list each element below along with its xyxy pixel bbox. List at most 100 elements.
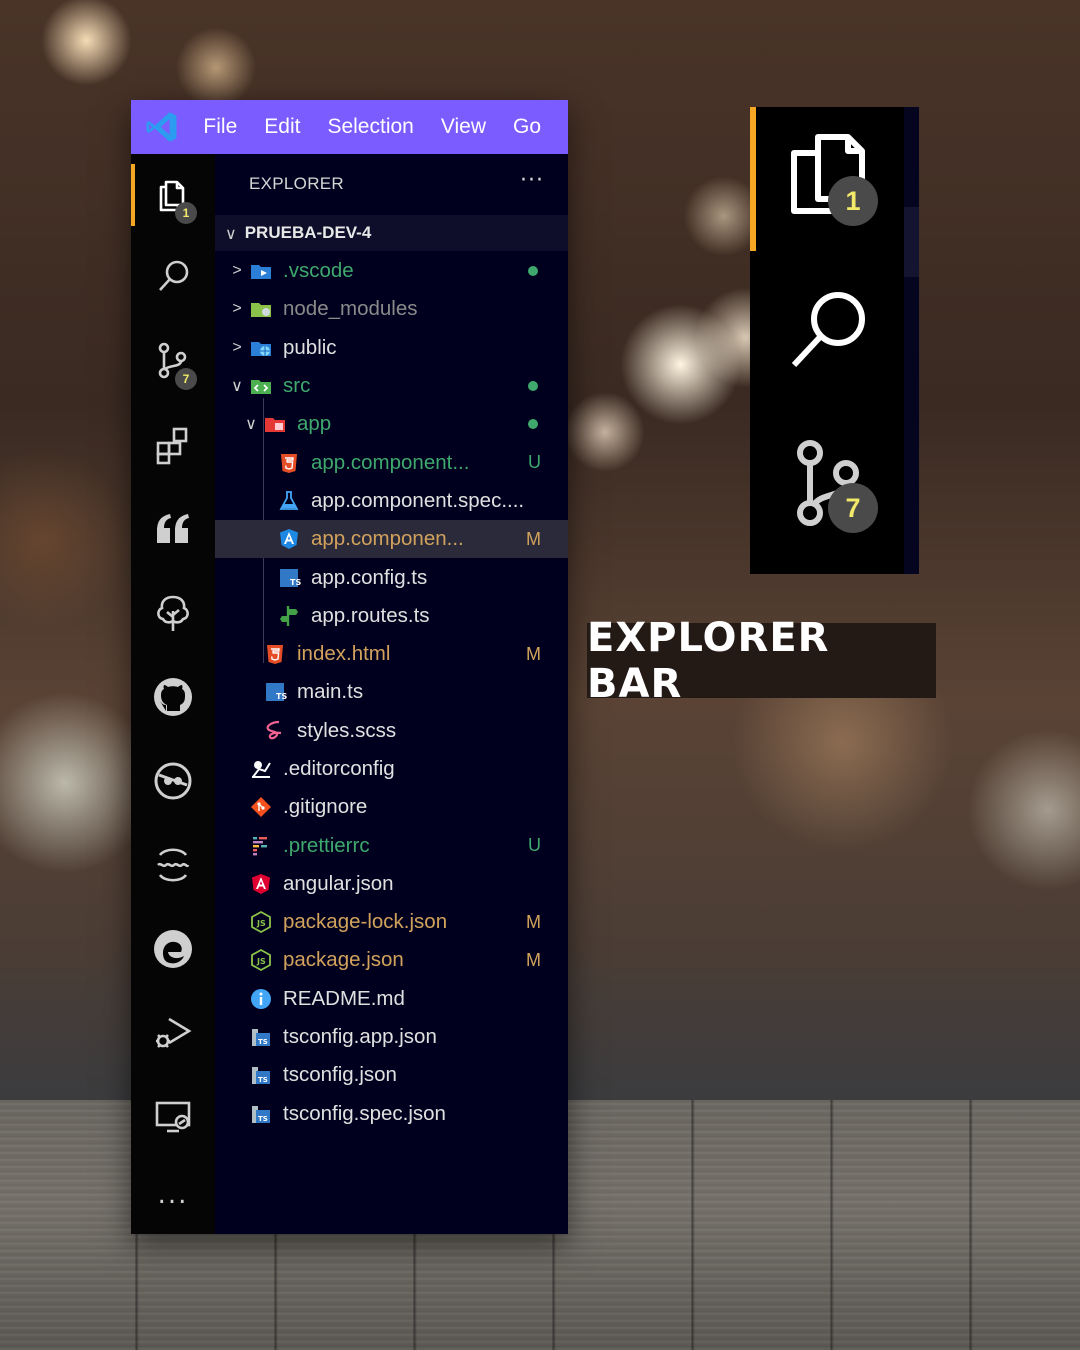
folder-src-icon xyxy=(247,374,275,398)
git-status-badge: U xyxy=(528,835,541,856)
edge-icon xyxy=(154,930,192,968)
tree-item-label: tsconfig.json xyxy=(283,1063,397,1087)
tree-item-label: .vscode xyxy=(283,259,354,283)
tree-item[interactable]: TS app.config.ts xyxy=(215,558,568,596)
tree-item-label: app.componen... xyxy=(311,527,464,551)
tree-item-label: app.config.ts xyxy=(311,565,428,589)
tsconfig-icon: TS xyxy=(247,1102,275,1126)
menu-selection[interactable]: Selection xyxy=(327,115,413,139)
search-icon xyxy=(159,260,189,291)
tree-item[interactable]: TS tsconfig.app.json xyxy=(215,1018,568,1056)
tsconfig-icon: TS xyxy=(247,1063,275,1087)
nodejs-icon: JS xyxy=(247,948,275,972)
title-bar: File Edit Selection View Go xyxy=(131,100,568,154)
activity-remote-explorer[interactable] xyxy=(131,1082,215,1152)
tree-item[interactable]: > public xyxy=(215,329,568,367)
live-share-icon xyxy=(157,848,190,882)
activity-source-control[interactable]: 7 xyxy=(131,326,215,396)
html-icon xyxy=(275,451,303,475)
tree-item[interactable]: index.html M xyxy=(215,635,568,673)
menu-edit[interactable]: Edit xyxy=(264,115,300,139)
activity-quotes[interactable] xyxy=(131,494,215,564)
tree-item[interactable]: angular.json xyxy=(215,865,568,903)
explorer-badge: 1 xyxy=(175,202,197,224)
activity-extensions[interactable] xyxy=(131,410,215,480)
tree-item[interactable]: TS main.ts xyxy=(215,673,568,711)
tree-item[interactable]: TS tsconfig.json xyxy=(215,1056,568,1094)
svg-text:TS: TS xyxy=(258,1038,268,1046)
activity-live-share[interactable] xyxy=(131,830,215,900)
sass-icon xyxy=(261,719,289,743)
copilot-icon xyxy=(154,762,192,800)
tree-item[interactable]: app.routes.ts xyxy=(215,597,568,635)
activity-bar: 1 7 ... xyxy=(131,154,215,1234)
github-icon xyxy=(154,678,192,716)
active-indicator xyxy=(750,107,756,251)
tree-item[interactable]: TS tsconfig.spec.json xyxy=(215,1095,568,1133)
menu-go[interactable]: Go xyxy=(513,115,541,139)
search-icon[interactable] xyxy=(780,283,890,393)
tree-item-label: tsconfig.app.json xyxy=(283,1025,437,1049)
caption-box: EXPLORER BAR xyxy=(587,615,936,707)
activity-tree[interactable] xyxy=(131,578,215,648)
project-name: PRUEBA-DEV-4 xyxy=(244,223,372,242)
tree-item-label: app.routes.ts xyxy=(311,603,430,627)
tree-item[interactable]: JS package.json M xyxy=(215,941,568,979)
activity-search[interactable] xyxy=(131,242,215,312)
tree-item-label: app xyxy=(297,412,332,436)
chevron-right-icon[interactable]: > xyxy=(227,262,247,280)
activity-explorer[interactable]: 1 xyxy=(131,160,215,230)
tree-item[interactable]: > .vscode xyxy=(215,252,568,290)
activity-edge[interactable] xyxy=(131,914,215,984)
project-header[interactable]: ∨ PRUEBA-DEV-4 xyxy=(215,215,568,251)
explorer-sidebar: EXPLORER ··· ∨ PRUEBA-DEV-4 > .vscode > nod… xyxy=(215,154,568,1234)
tree-item-label: tsconfig.spec.json xyxy=(283,1101,446,1125)
tree-icon xyxy=(157,595,189,631)
tree-item[interactable]: ∨ app xyxy=(215,405,568,443)
tree-item[interactable]: app.component.spec.... xyxy=(215,482,568,520)
tree-item[interactable]: app.component... U xyxy=(215,443,568,481)
menu-file[interactable]: File xyxy=(203,115,237,139)
tree-item-label: .gitignore xyxy=(283,795,368,819)
tree-item[interactable]: ∨ src xyxy=(215,367,568,405)
svg-text:JS: JS xyxy=(256,957,266,966)
chevron-down-icon[interactable]: ∨ xyxy=(227,376,247,396)
info-icon xyxy=(247,987,275,1011)
caption-text: EXPLORER BAR xyxy=(587,614,830,707)
tree-item[interactable]: app.componen... M xyxy=(215,520,568,559)
activity-copilot[interactable] xyxy=(131,746,215,816)
typescript-icon: TS xyxy=(261,680,289,704)
tree-item[interactable]: .gitignore xyxy=(215,788,568,826)
scrollbar[interactable] xyxy=(904,107,919,574)
chevron-right-icon[interactable]: > xyxy=(227,339,247,357)
more-actions-button[interactable]: ··· xyxy=(520,168,544,193)
activity-github[interactable] xyxy=(131,662,215,732)
tree-item-label: public xyxy=(283,335,337,359)
explorer-title: EXPLORER xyxy=(249,174,344,193)
tree-item[interactable]: README.md xyxy=(215,980,568,1018)
chevron-down-icon[interactable]: ∨ xyxy=(241,414,261,434)
git-status-badge: M xyxy=(526,949,541,970)
git-status-badge: M xyxy=(526,643,541,664)
git-icon xyxy=(247,795,275,819)
activity-more[interactable]: ... xyxy=(131,1160,215,1230)
routes-icon xyxy=(275,604,303,628)
tree-item-label: node_modules xyxy=(283,297,418,321)
tree-item[interactable]: .prettierrc U xyxy=(215,826,568,864)
activity-run-debug[interactable] xyxy=(131,998,215,1068)
tree-item[interactable]: > node_modules xyxy=(215,290,568,328)
chevron-right-icon[interactable]: > xyxy=(227,300,247,318)
scrollbar-thumb[interactable] xyxy=(904,207,919,277)
html-icon xyxy=(261,642,289,666)
tree-item-label: .editorconfig xyxy=(283,757,395,780)
tree-item[interactable]: styles.scss xyxy=(215,712,568,750)
tree-item-label: index.html xyxy=(297,642,391,666)
menu-view[interactable]: View xyxy=(441,115,486,139)
tree-item-label: main.ts xyxy=(297,680,364,704)
tree-item[interactable]: .editorconfig xyxy=(215,750,568,788)
svg-text:TS: TS xyxy=(258,1076,268,1084)
more-icon: ... xyxy=(157,1180,189,1210)
tree-item[interactable]: JS package-lock.json M xyxy=(215,903,568,941)
zoomed-activity-bar: 1 7 xyxy=(750,107,919,574)
nodejs-icon: JS xyxy=(247,910,275,934)
